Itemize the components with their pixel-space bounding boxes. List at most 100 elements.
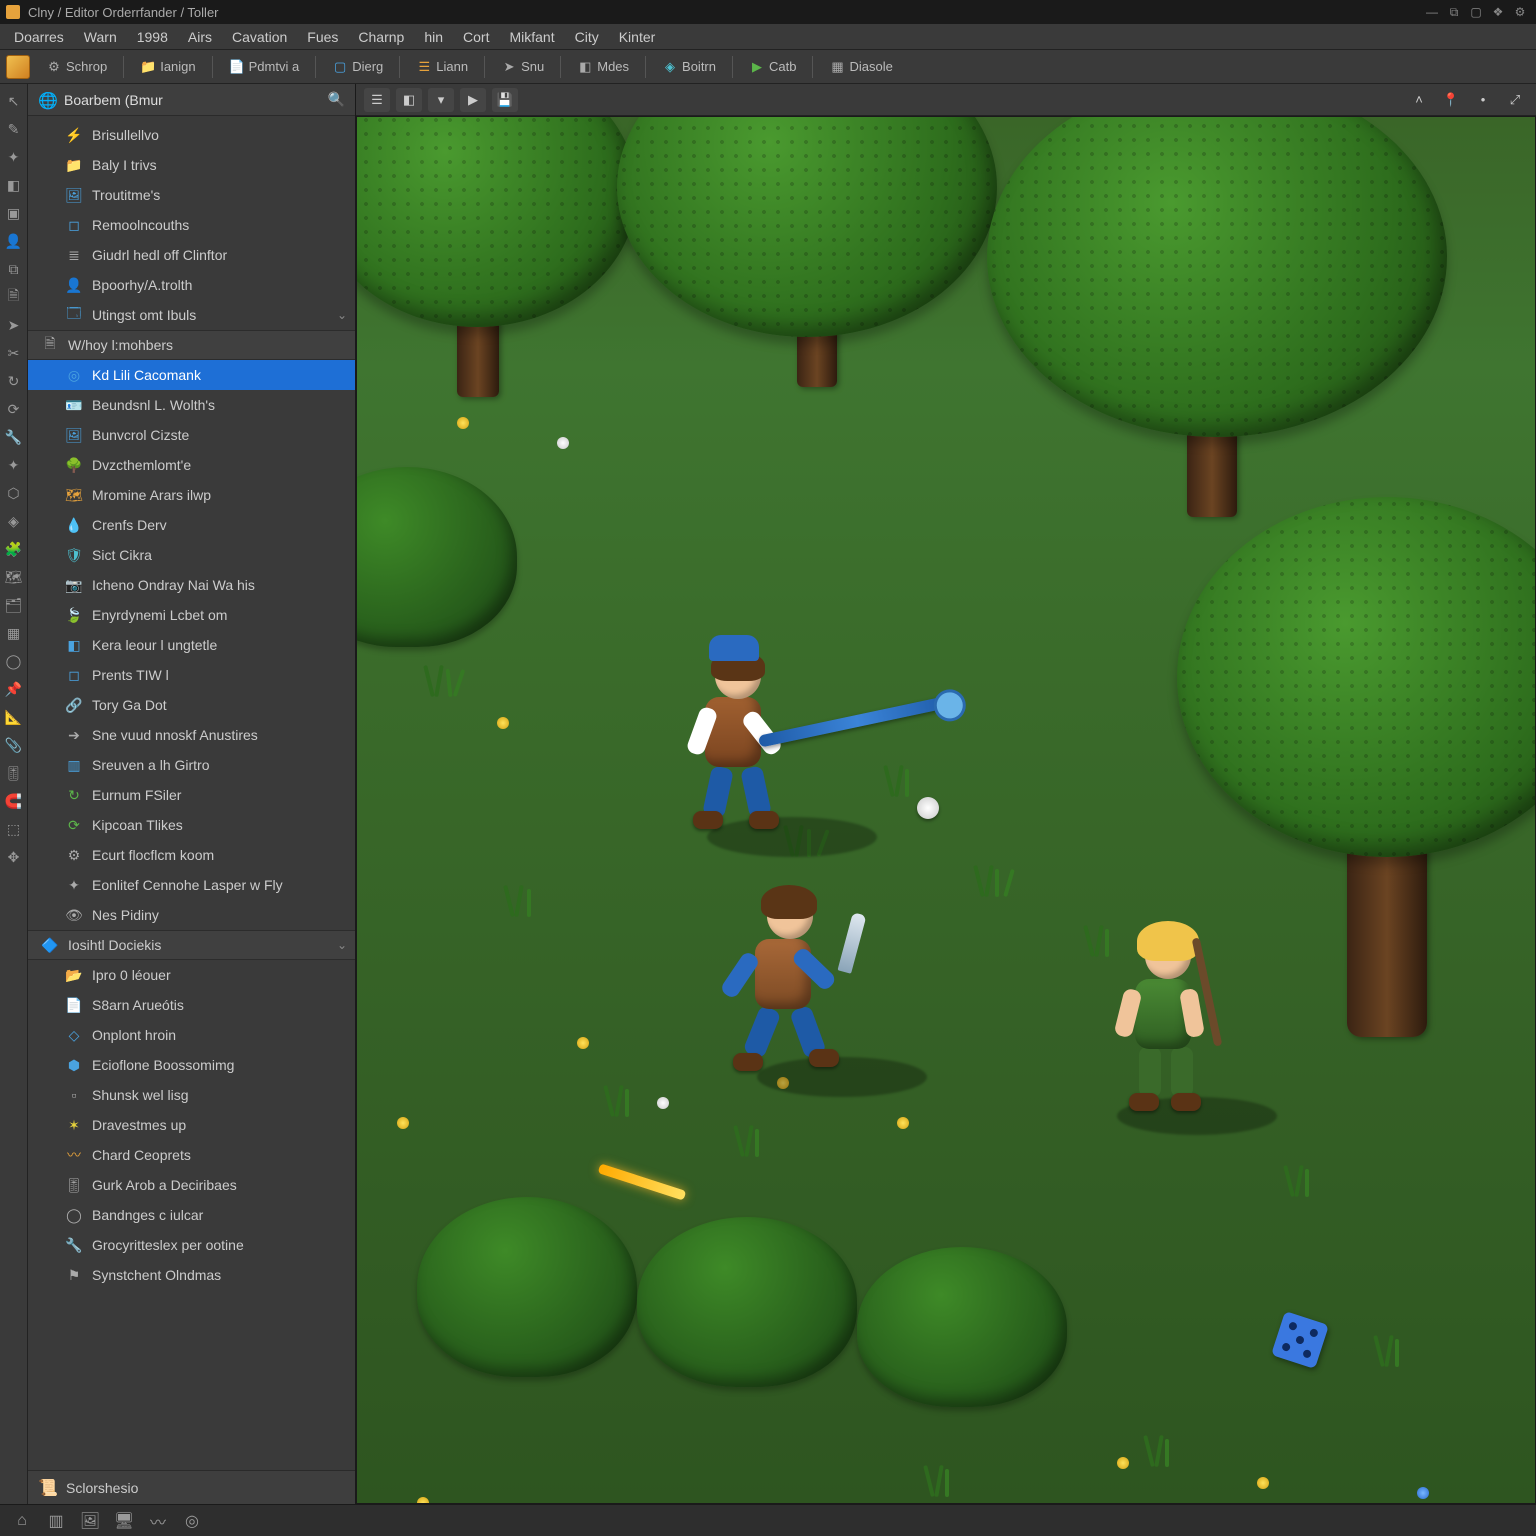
sidebar-item-grocyritteslex-per-ootin[interactable]: 🔧Grocyritteslex per ootine bbox=[28, 1230, 355, 1260]
menu-cort[interactable]: Cort bbox=[453, 26, 499, 48]
sidebar-item-brisullellvo[interactable]: ⚡Brisullellvo bbox=[28, 120, 355, 150]
menu-cavation[interactable]: Cavation bbox=[222, 26, 297, 48]
misc-window-button-2[interactable]: ❖ bbox=[1488, 3, 1508, 21]
sidebar-item-kd-lili-cacomank[interactable]: ◎Kd Lili Cacomank bbox=[28, 360, 355, 390]
toolstrip-button-22[interactable]: 📐 bbox=[3, 706, 25, 728]
toolstrip-button-3[interactable]: ◧ bbox=[3, 174, 25, 196]
sidebar-item-shunsk-wel-lisg[interactable]: ▫Shunsk wel lisg bbox=[28, 1080, 355, 1110]
sidebar-item-iosihtl-dociekis[interactable]: 🔷Iosihtl Dociekis⌄ bbox=[28, 930, 355, 960]
sidebar-item-eurnum-fsiler[interactable]: ↻Eurnum FSiler bbox=[28, 780, 355, 810]
sidebar-item-kipcoan-tlikes[interactable]: ⟳Kipcoan Tlikes bbox=[28, 810, 355, 840]
menu-kinter[interactable]: Kinter bbox=[609, 26, 666, 48]
toolstrip-button-16[interactable]: 🧩 bbox=[3, 538, 25, 560]
menu-airs[interactable]: Airs bbox=[178, 26, 222, 48]
toolstrip-button-7[interactable]: 🗎 bbox=[3, 286, 25, 308]
toolstrip-button-12[interactable]: 🔧 bbox=[3, 426, 25, 448]
sidebar-item-remoolncouths[interactable]: ◻Remoolncouths bbox=[28, 210, 355, 240]
toolbar-catb[interactable]: ▶Catb bbox=[741, 56, 804, 78]
toolstrip-button-18[interactable]: 🗂 bbox=[3, 594, 25, 616]
status-monitor-icon[interactable]: 🖥 bbox=[112, 1510, 136, 1532]
toolbar-liann[interactable]: ☰Liann bbox=[408, 56, 476, 78]
sidebar-item-eonlitef-cennohe-lasper-[interactable]: ✦Eonlitef Cennohe Lasper w Fly bbox=[28, 870, 355, 900]
viewport[interactable] bbox=[356, 116, 1536, 1504]
sidebar-item-sne-vuud-nnoskf-anustire[interactable]: ➔Sne vuud nnoskf Anustires bbox=[28, 720, 355, 750]
toolbar-schrop[interactable]: ⚙Schrop bbox=[38, 56, 115, 78]
toolstrip-button-27[interactable]: ✥ bbox=[3, 846, 25, 868]
menu-doarres[interactable]: Doarres bbox=[4, 26, 74, 48]
viewport-dot-icon[interactable]: • bbox=[1470, 88, 1496, 112]
toolstrip-button-25[interactable]: 🧲 bbox=[3, 790, 25, 812]
sidebar-item-s8arn-arue-tis[interactable]: 📄S8arn Arueótis bbox=[28, 990, 355, 1020]
sidebar-item-gurk-arob-a-deciribaes[interactable]: 🎚Gurk Arob a Deciribaes bbox=[28, 1170, 355, 1200]
viewport-pin-icon[interactable]: 📍 bbox=[1438, 88, 1464, 112]
toolstrip-button-9[interactable]: ✂ bbox=[3, 342, 25, 364]
toolstrip-button-4[interactable]: ▣ bbox=[3, 202, 25, 224]
sidebar-item-nes-pidiny[interactable]: 👁Nes Pidiny bbox=[28, 900, 355, 930]
toolstrip-button-23[interactable]: 📎 bbox=[3, 734, 25, 756]
toolstrip-button-11[interactable]: ⟳ bbox=[3, 398, 25, 420]
close-button[interactable]: ⚙ bbox=[1510, 3, 1530, 21]
status-home-icon[interactable]: ⌂ bbox=[10, 1510, 34, 1532]
toolbar-diasole[interactable]: ▦Diasole bbox=[821, 56, 900, 78]
sidebar-item-dvzcthemlomt-e[interactable]: 🌳Dvzcthemlomt'e bbox=[28, 450, 355, 480]
maximize-button[interactable]: ▢ bbox=[1466, 3, 1486, 21]
sidebar-item-tory-ga-dot[interactable]: 🔗Tory Ga Dot bbox=[28, 690, 355, 720]
sidebar-item-enyrdynemi-lcbet-om[interactable]: 🍃Enyrdynemi Lcbet om bbox=[28, 600, 355, 630]
toolstrip-button-14[interactable]: ⬡ bbox=[3, 482, 25, 504]
misc-window-button-1[interactable]: ⧉ bbox=[1444, 3, 1464, 21]
menu-charnp[interactable]: Charnp bbox=[348, 26, 414, 48]
sidebar-footer[interactable]: 📜 Sclorshesio bbox=[28, 1470, 355, 1504]
status-image-icon[interactable]: 🖼 bbox=[78, 1510, 102, 1532]
viewport-caret-up-icon[interactable]: ˄ bbox=[1406, 88, 1432, 112]
menu-warn[interactable]: Warn bbox=[74, 26, 127, 48]
sidebar-item-synstchent-olndmas[interactable]: ⚑Synstchent Olndmas bbox=[28, 1260, 355, 1290]
toolstrip-button-5[interactable]: 👤 bbox=[3, 230, 25, 252]
sidebar-item-icheno-ondray-nai-wa-his[interactable]: 📷Icheno Ondray Nai Wa his bbox=[28, 570, 355, 600]
sidebar-item-baly-i-trivs[interactable]: 📁Baly I trivs bbox=[28, 150, 355, 180]
toolstrip-button-1[interactable]: ✎ bbox=[3, 118, 25, 140]
toolstrip-button-17[interactable]: 🗺 bbox=[3, 566, 25, 588]
minimize-button[interactable]: — bbox=[1422, 3, 1442, 21]
sidebar-item-ecioflone-boossomimg[interactable]: ⬢Ecioflone Boossomimg bbox=[28, 1050, 355, 1080]
viewport-chevron-down-icon[interactable]: ▾ bbox=[428, 88, 454, 112]
toolbar-pdmtvi-a[interactable]: 📄Pdmtvi a bbox=[221, 56, 308, 78]
toolstrip-button-8[interactable]: ➤ bbox=[3, 314, 25, 336]
sidebar-item-chard-ceoprets[interactable]: 〰Chard Ceoprets bbox=[28, 1140, 355, 1170]
toolbar-boitrn[interactable]: ◈Boitrn bbox=[654, 56, 724, 78]
toolstrip-button-19[interactable]: ▦ bbox=[3, 622, 25, 644]
toolstrip-button-2[interactable]: ✦ bbox=[3, 146, 25, 168]
sidebar-item-ecurt-flocflcm-koom[interactable]: ⚙Ecurt flocflcm koom bbox=[28, 840, 355, 870]
sidebar-item-utingst-omt-ibuls[interactable]: 🗔Utingst omt Ibuls⌄ bbox=[28, 300, 355, 330]
sidebar-item-dravestmes-up[interactable]: ✶Dravestmes up bbox=[28, 1110, 355, 1140]
sidebar-item-bunvcrol-cizste[interactable]: 🖼Bunvcrol Cizste bbox=[28, 420, 355, 450]
toolstrip-button-15[interactable]: ◈ bbox=[3, 510, 25, 532]
status-target-icon[interactable]: ◎ bbox=[180, 1510, 204, 1532]
search-icon[interactable]: 🔍 bbox=[328, 91, 345, 108]
sidebar-item-crenfs-derv[interactable]: 💧Crenfs Derv bbox=[28, 510, 355, 540]
toolbar-snu[interactable]: ➤Snu bbox=[493, 56, 552, 78]
sidebar-item-bpoorhy-a-trolth[interactable]: 👤Bpoorhy/A.trolth bbox=[28, 270, 355, 300]
sidebar-item-giudrl-hedl-off-clinftor[interactable]: ≣Giudrl hedl off Clinftor bbox=[28, 240, 355, 270]
toolstrip-button-6[interactable]: ⧉ bbox=[3, 258, 25, 280]
toolstrip-button-0[interactable]: ↖ bbox=[3, 90, 25, 112]
status-wave-icon[interactable]: 〰 bbox=[146, 1510, 170, 1532]
toolstrip-button-20[interactable]: ◯ bbox=[3, 650, 25, 672]
menu-city[interactable]: City bbox=[565, 26, 609, 48]
toolstrip-button-13[interactable]: ✦ bbox=[3, 454, 25, 476]
toolstrip-button-24[interactable]: 🎚 bbox=[3, 762, 25, 784]
menu-1998[interactable]: 1998 bbox=[127, 26, 178, 48]
menu-mikfant[interactable]: Mikfant bbox=[499, 26, 564, 48]
toolstrip-button-10[interactable]: ↻ bbox=[3, 370, 25, 392]
sidebar-item-ipro-0-l-ouer[interactable]: 📂Ipro 0 léouer bbox=[28, 960, 355, 990]
menu-hin[interactable]: hin bbox=[414, 26, 453, 48]
menu-fues[interactable]: Fues bbox=[297, 26, 348, 48]
viewport-cube-icon[interactable]: ◧ bbox=[396, 88, 422, 112]
toolbar-dierg[interactable]: ▢Dierg bbox=[324, 56, 391, 78]
viewport-save-icon[interactable]: 💾 bbox=[492, 88, 518, 112]
sidebar-item-troutitme-s[interactable]: 🖼Troutitme's bbox=[28, 180, 355, 210]
sidebar-item-sreuven-a-lh-girtro[interactable]: ▥Sreuven a lh Girtro bbox=[28, 750, 355, 780]
sidebar-item-sict-cikra[interactable]: 🛡Sict Cikra bbox=[28, 540, 355, 570]
viewport-layers-icon[interactable]: ☰ bbox=[364, 88, 390, 112]
sidebar-item-bandnges-c-iulcar[interactable]: ◯Bandnges c iulcar bbox=[28, 1200, 355, 1230]
sidebar-item-onplont-hroin[interactable]: ◇Onplont hroin bbox=[28, 1020, 355, 1050]
